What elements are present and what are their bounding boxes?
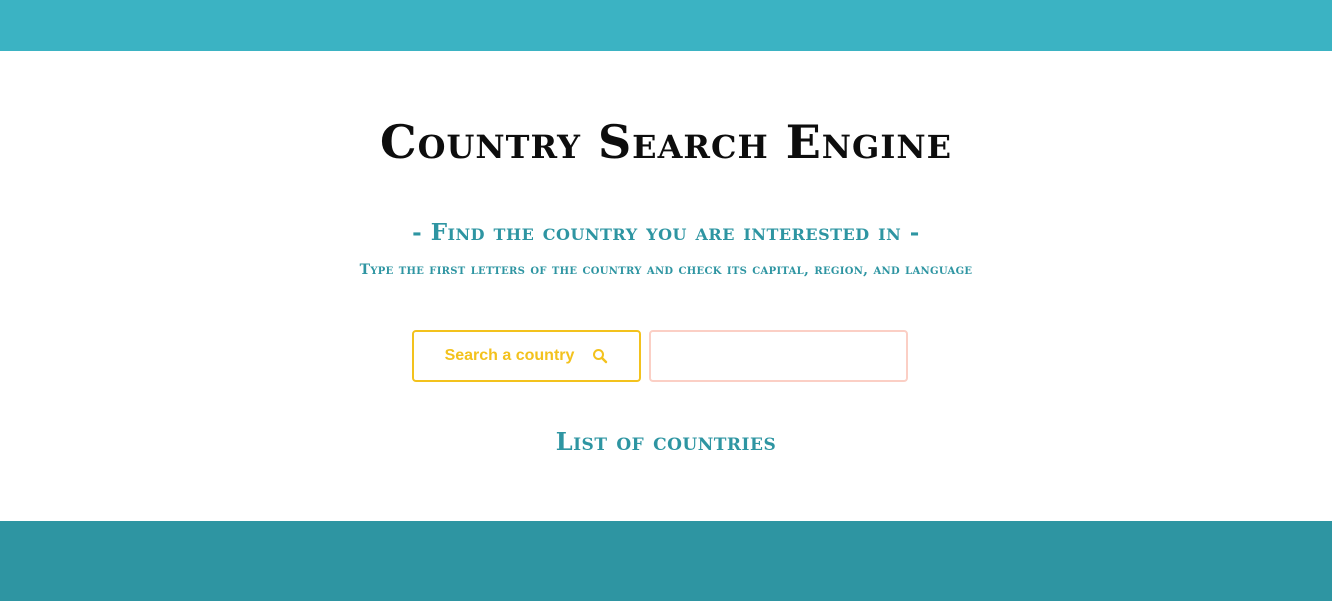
country-search-input[interactable] [649, 330, 908, 382]
page-title: Country Search Engine [380, 115, 952, 169]
country-list-heading: List of countries [555, 427, 777, 456]
page-subtitle: - Find the country you are interested in… [412, 219, 920, 246]
search-instructions: Type the first letters of the country an… [359, 262, 973, 278]
footer-banner [0, 521, 1332, 601]
top-banner [0, 0, 1332, 51]
search-country-button[interactable]: Search a country [412, 330, 641, 382]
search-icon [592, 348, 608, 364]
search-button-label: Search a country [444, 347, 575, 364]
